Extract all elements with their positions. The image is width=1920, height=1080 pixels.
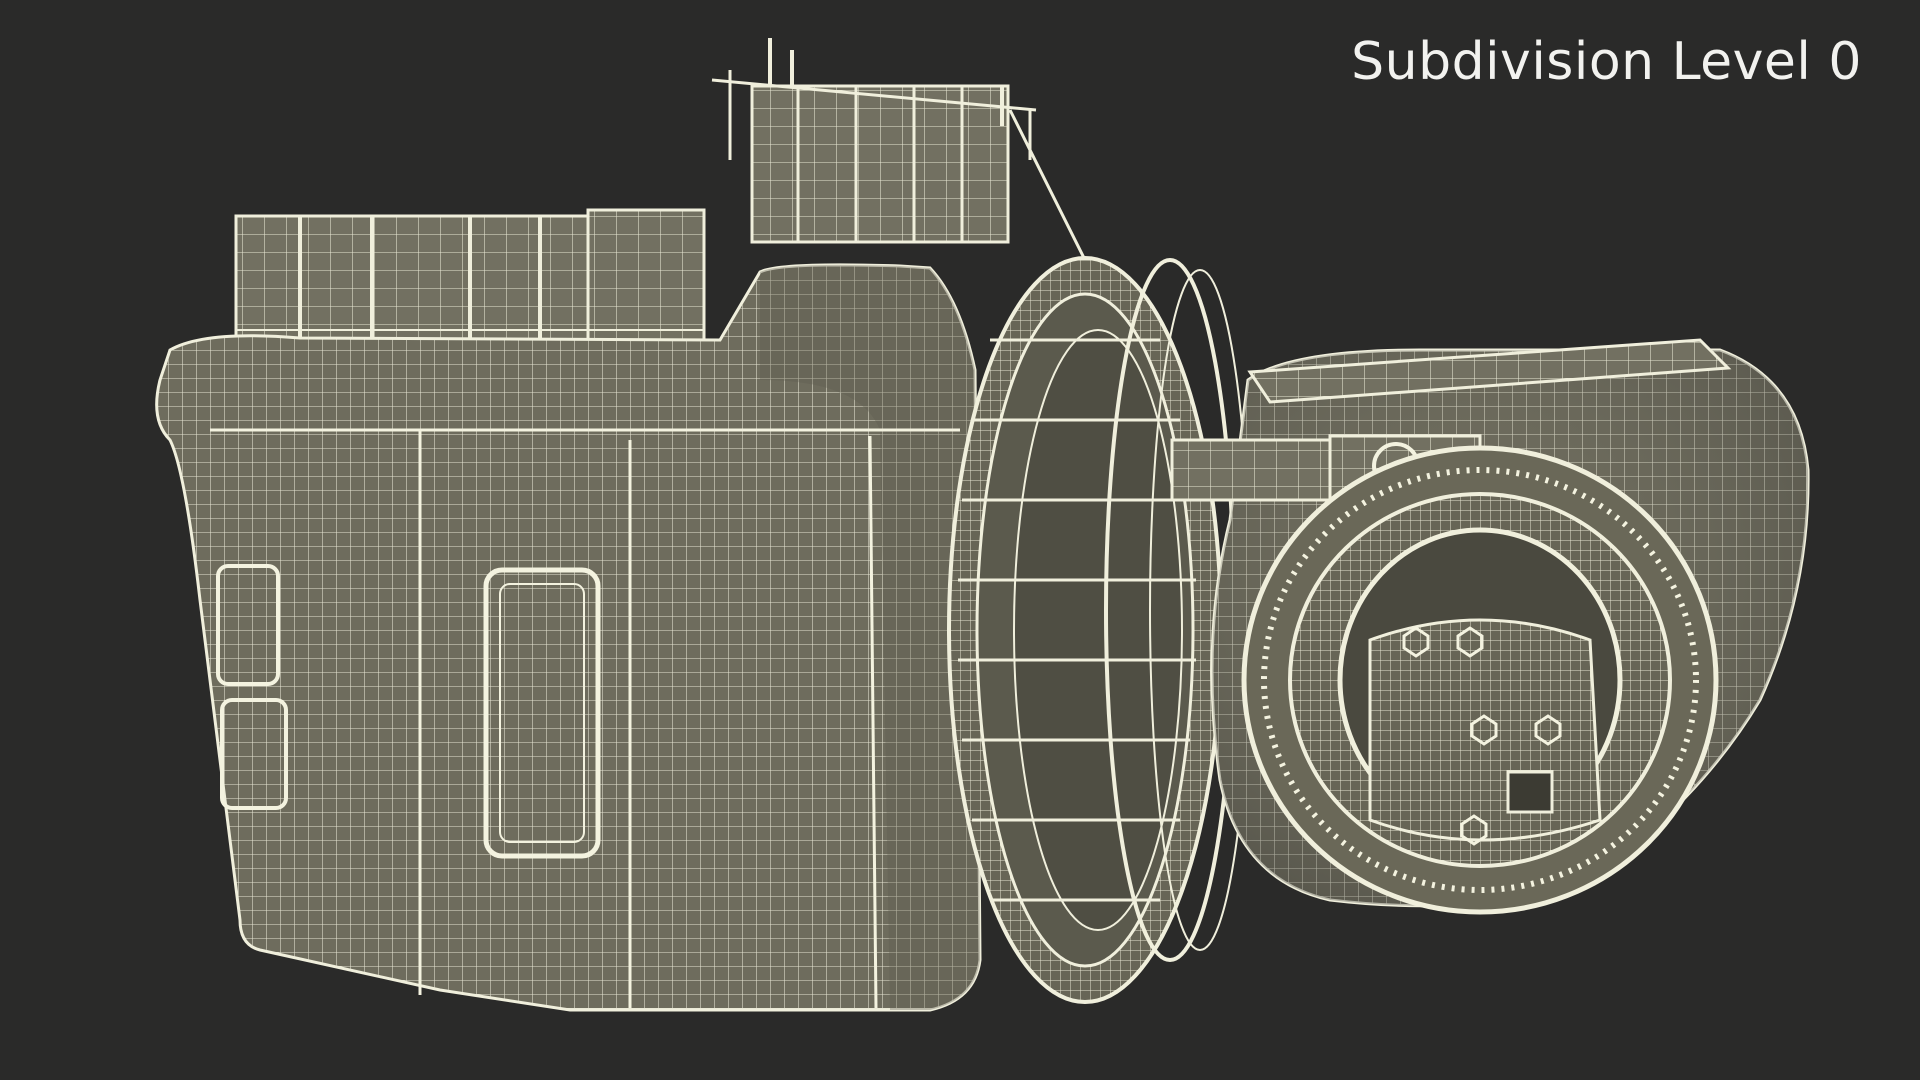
- generator-ring: [947, 256, 1251, 1004]
- roof-panels: [234, 208, 706, 342]
- render-viewport: Subdivision Level 0: [0, 0, 1920, 1080]
- sensor-mast: [711, 38, 1092, 271]
- wind-turbine-nacelle-wireframe: [155, 38, 1810, 1012]
- subdivision-level-label: Subdivision Level 0: [1351, 32, 1862, 92]
- rotor-hub: [1170, 338, 1810, 915]
- nacelle-body: [155, 263, 982, 1012]
